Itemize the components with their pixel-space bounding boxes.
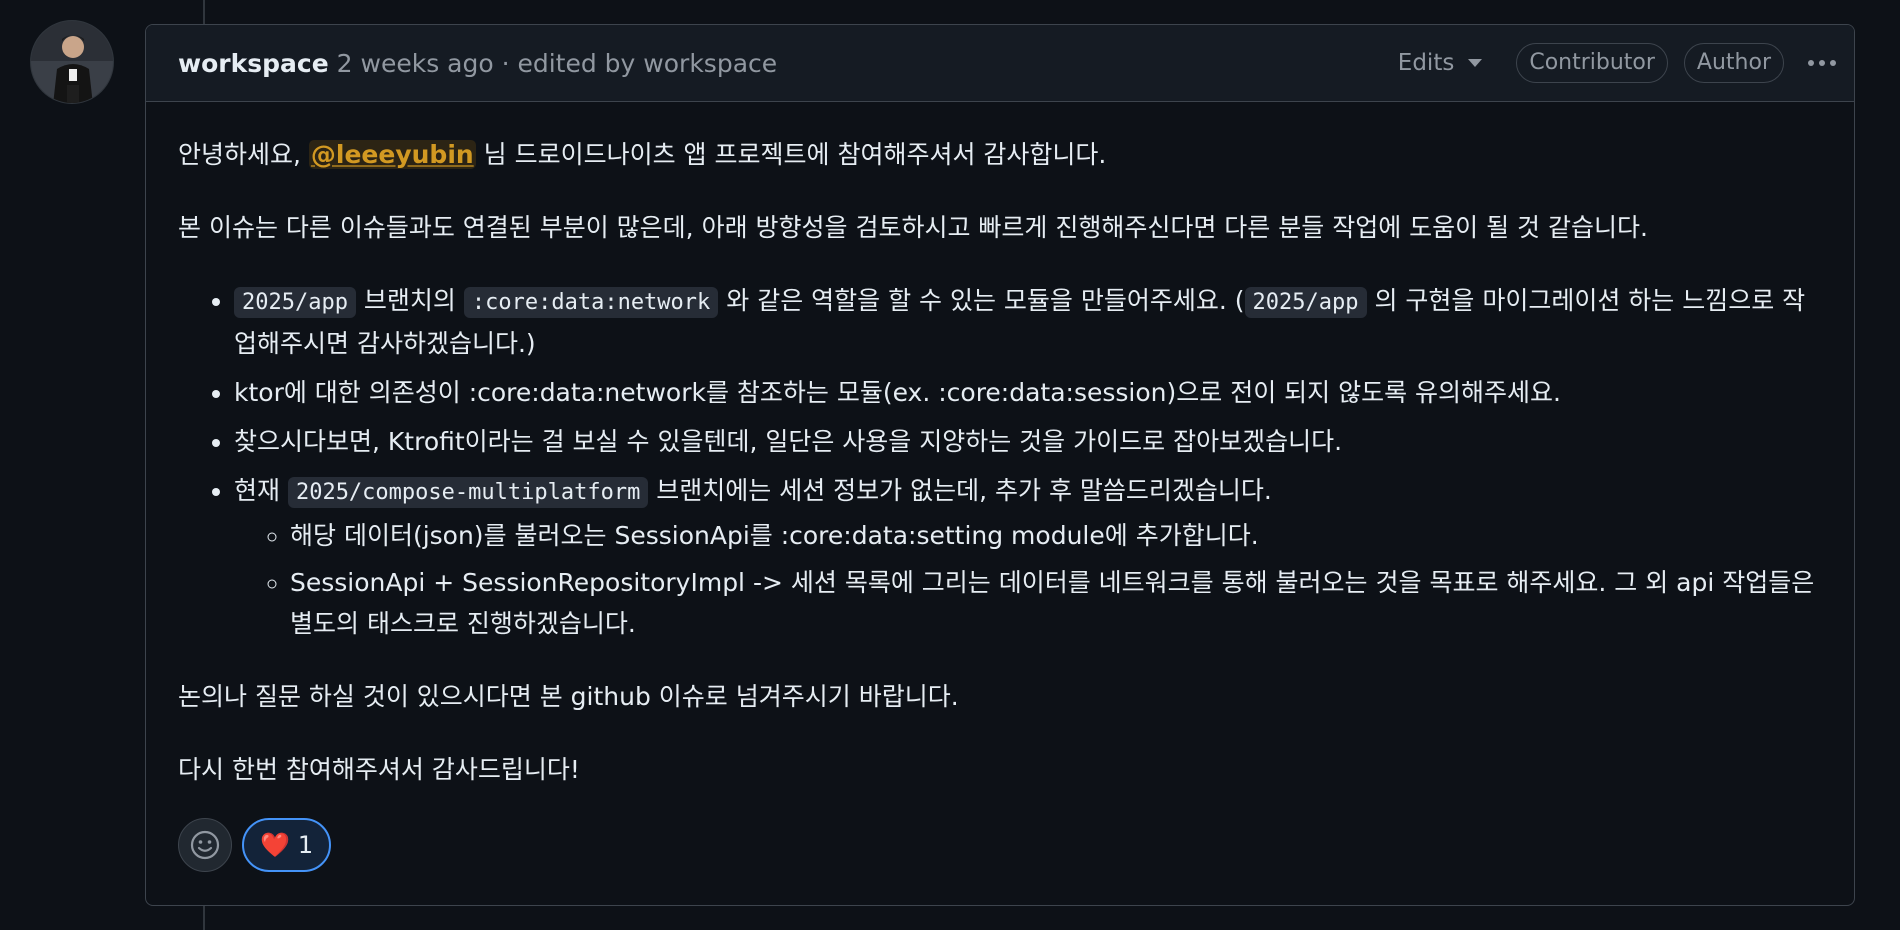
list-item: 현재 2025/compose-multiplatform 브랜치에는 세션 정… bbox=[234, 470, 1822, 644]
avatar[interactable] bbox=[30, 20, 114, 104]
list-text: 와 같은 역할을 할 수 있는 모듈을 만들어주세요. ( bbox=[718, 286, 1245, 315]
reactions-bar: ❤️ 1 bbox=[178, 818, 332, 872]
list-item: 2025/app 브랜치의 :core:data:network 와 같은 역할… bbox=[234, 280, 1822, 364]
heart-icon: ❤️ bbox=[260, 831, 290, 859]
list-text: 브랜치의 bbox=[355, 286, 464, 315]
comment-meta[interactable]: 2 weeks ago · edited by workspace bbox=[337, 49, 777, 78]
list-text: 현재 bbox=[234, 476, 288, 505]
greeting-prefix: 안녕하세요, bbox=[178, 140, 309, 169]
caret-down-icon bbox=[1468, 59, 1483, 67]
inline-code: :core:data:network bbox=[463, 287, 719, 318]
smiley-icon bbox=[190, 830, 220, 860]
author-link[interactable]: workspace bbox=[178, 49, 329, 78]
kebab-menu-icon[interactable] bbox=[1804, 54, 1840, 72]
task-list: 2025/app 브랜치의 :core:data:network 와 같은 역할… bbox=[178, 280, 1822, 644]
comment-header: workspace 2 weeks ago · edited by worksp… bbox=[146, 25, 1854, 102]
edits-dropdown[interactable]: Edits bbox=[1398, 50, 1483, 76]
list-item: ktor에 대한 의존성이 :core:data:network를 참조하는 모… bbox=[234, 372, 1822, 413]
list-item: 찾으시다보면, Ktrofit이라는 걸 보실 수 있을텐데, 일단은 사용을 … bbox=[234, 421, 1822, 462]
intro-paragraph: 본 이슈는 다른 이슈들과도 연결된 부분이 많은데, 아래 방향성을 검토하시… bbox=[178, 213, 1648, 242]
header-actions: Edits Contributor Author bbox=[1398, 43, 1840, 83]
thanks-paragraph: 다시 한번 참여해주셔서 감사드립니다! bbox=[178, 755, 580, 784]
inline-code: 2025/app bbox=[1244, 287, 1367, 318]
greeting-paragraph: 안녕하세요, @leeeyubin 님 드로이드나이츠 앱 프로젝트에 참여해주… bbox=[178, 134, 1822, 175]
inline-code: 2025/app bbox=[234, 287, 356, 318]
issue-comment: workspace 2 weeks ago · edited by worksp… bbox=[145, 24, 1855, 906]
sub-list-item: SessionApi + SessionRepositoryImpl -> 세션… bbox=[290, 562, 1822, 644]
inline-code: 2025/compose-multiplatform bbox=[287, 477, 649, 508]
greeting-suffix: 님 드로이드나이츠 앱 프로젝트에 참여해주셔서 감사합니다. bbox=[475, 140, 1107, 169]
heart-reaction-button[interactable]: ❤️ 1 bbox=[242, 818, 332, 872]
user-mention-link[interactable]: @leeeyubin bbox=[308, 140, 476, 169]
sub-list-item: 해당 데이터(json)를 불러오는 SessionApi를 :core:dat… bbox=[290, 515, 1822, 556]
add-reaction-button[interactable] bbox=[178, 818, 232, 872]
author-badge: Author bbox=[1683, 43, 1784, 83]
edits-label: Edits bbox=[1397, 50, 1455, 76]
sub-list: 해당 데이터(json)를 불러오는 SessionApi를 :core:dat… bbox=[234, 515, 1822, 644]
list-text: 브랜치에는 세션 정보가 없는데, 추가 후 말씀드리겠습니다. bbox=[648, 476, 1272, 505]
contributor-badge: Contributor bbox=[1516, 43, 1668, 83]
discussion-paragraph: 논의나 질문 하실 것이 있으시다면 본 github 이슈로 넘겨주시기 바랍… bbox=[178, 682, 959, 711]
heart-count: 1 bbox=[297, 831, 314, 859]
avatar-image bbox=[31, 21, 113, 103]
comment-body: 안녕하세요, @leeeyubin 님 드로이드나이츠 앱 프로젝트에 참여해주… bbox=[146, 102, 1854, 790]
